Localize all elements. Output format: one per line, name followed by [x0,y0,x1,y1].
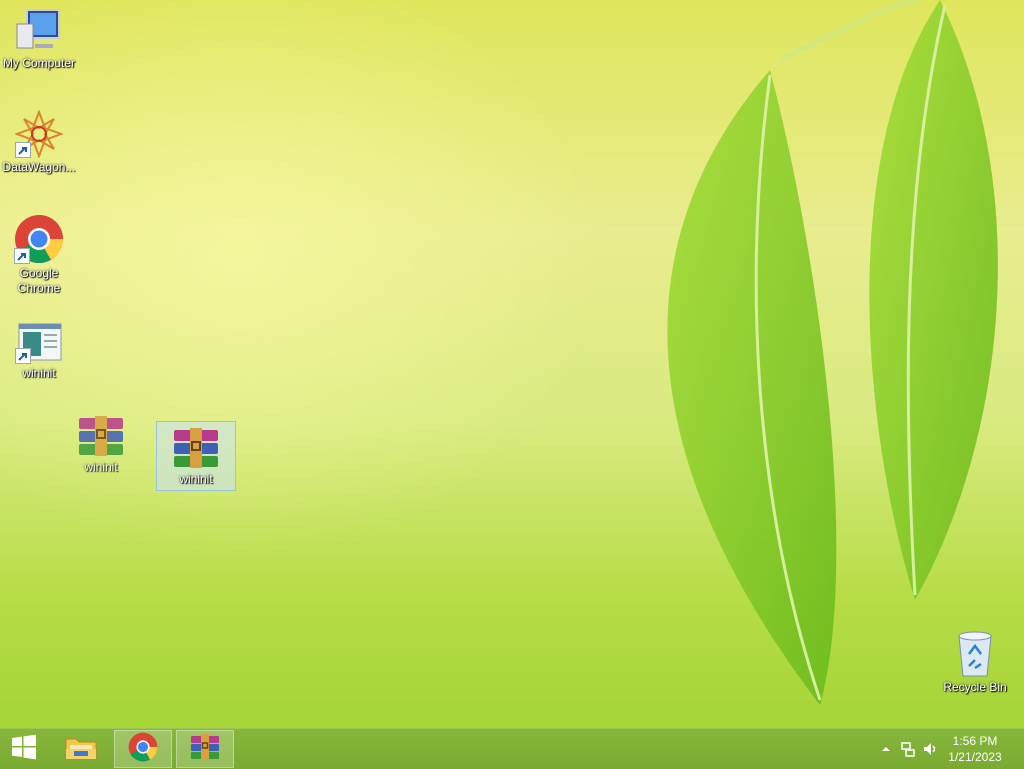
taskbar-winrar-button[interactable] [176,730,234,768]
desktop-icon-label: My Computer [2,56,76,70]
desktop-icon-label: wininit [22,366,56,380]
taskbar: 1:56 PM 1/21/2023 [0,728,1024,769]
file-explorer-icon [64,733,98,766]
winrar-archive-icon [171,426,221,470]
system-tray: 1:56 PM 1/21/2023 [864,729,1024,769]
desktop-icon-label: Google Chrome [17,266,61,295]
computer-icon [15,8,63,54]
taskbar-file-explorer-button[interactable] [52,730,110,768]
shortcut-arrow-icon [15,142,31,158]
desktop-icon-my-computer[interactable]: My Computer [0,8,78,71]
desktop-icon-datawagon[interactable]: DataWagon... [0,109,78,175]
chrome-icon [128,732,158,767]
desktop-icon-wininit-shortcut[interactable]: wininit [0,322,78,381]
volume-icon[interactable] [922,741,938,757]
clock-time: 1:56 PM [952,734,998,748]
desktop-icon-label: DataWagon... [2,160,76,174]
windows-start-icon [10,733,38,766]
show-hidden-icons-chevron-icon[interactable] [878,741,894,757]
desktop-icon-wininit-archive-selected[interactable]: wininit [156,421,236,491]
taskbar-chrome-button[interactable] [114,730,172,768]
recycle-bin-icon [955,630,995,678]
winrar-archive-icon [76,414,126,458]
wallpaper-leaves [667,0,998,705]
application-window-icon [15,322,63,364]
winrar-icon [189,732,221,767]
desktop-icon-recycle-bin[interactable]: Recycle Bin [936,630,1014,695]
desktop-icon-label: wininit [179,472,213,486]
clock-date: 1/21/2023 [948,750,1002,764]
desktop-icon-google-chrome[interactable]: Google Chrome [0,214,78,296]
shortcut-arrow-icon [15,348,31,364]
start-button[interactable] [0,730,48,768]
desktop-icon-label: Recycle Bin [943,680,1007,694]
datawagon-icon [14,109,64,159]
desktop-icon-wininit-archive[interactable]: wininit [62,414,140,475]
desktop-icon-label: wininit [84,460,118,474]
taskbar-clock[interactable]: 1:56 PM 1/21/2023 [940,733,1010,765]
network-icon[interactable] [900,741,916,757]
chrome-icon [14,214,64,264]
shortcut-arrow-icon [14,248,30,264]
